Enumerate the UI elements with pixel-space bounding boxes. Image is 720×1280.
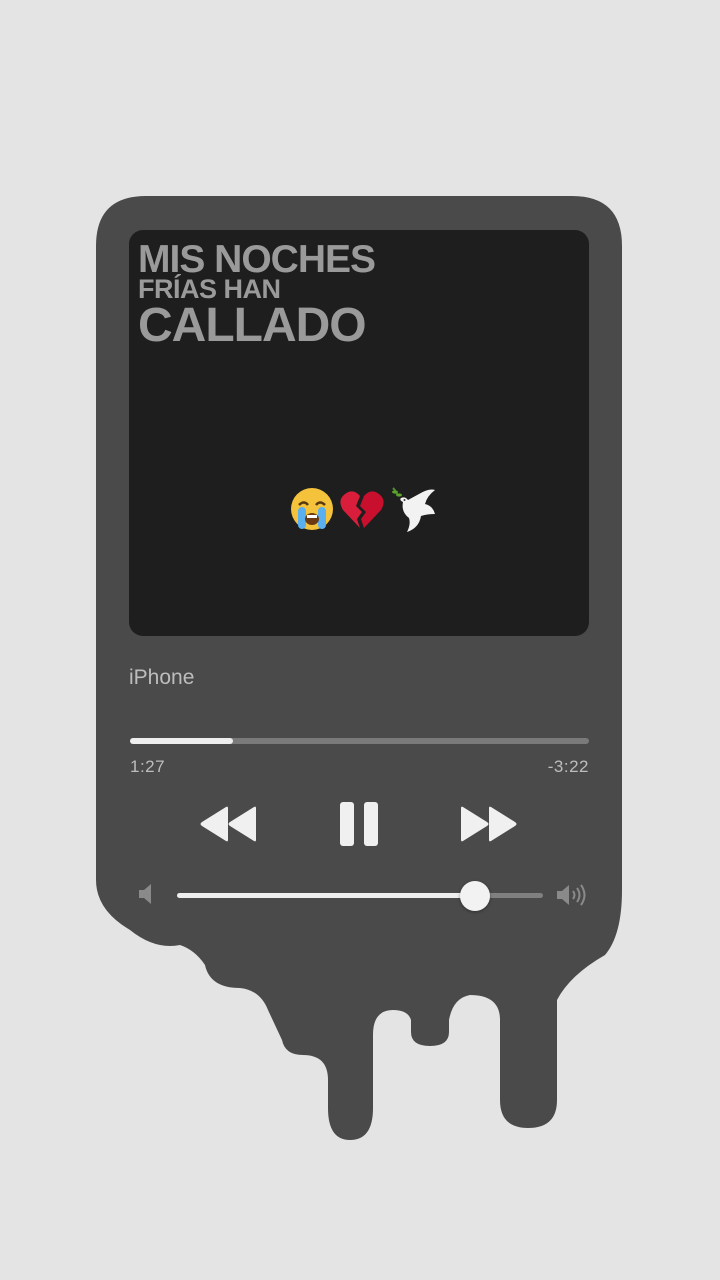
rewind-button[interactable]: [199, 804, 257, 844]
dove-icon: [392, 487, 435, 532]
fast-forward-icon: [461, 806, 517, 842]
airplay-device-label[interactable]: iPhone: [129, 666, 194, 690]
rewind-icon: [200, 806, 256, 842]
volume-high-icon: [557, 884, 586, 906]
playback-progress-fill: [130, 738, 234, 744]
player-background: [96, 196, 622, 1140]
album-artwork: MIS NOCHES FRÍAS HAN CALLADO: [129, 230, 589, 636]
volume-slider[interactable]: [177, 881, 543, 911]
emoji-row: [289, 486, 439, 536]
pause-icon: [340, 802, 378, 846]
elapsed-time: 1:27: [130, 757, 166, 776]
pause-button[interactable]: [338, 800, 380, 848]
remaining-time: -3:22: [547, 757, 589, 776]
broken-heart-icon: [340, 491, 384, 528]
lyric-line-3: CALLADO: [138, 299, 367, 352]
volume-low-icon: [139, 884, 151, 904]
playback-scrubber[interactable]: [130, 738, 589, 744]
loudly-crying-face-icon: [291, 488, 333, 530]
volume-level-fill: [177, 893, 476, 898]
fast-forward-button[interactable]: [460, 804, 518, 844]
